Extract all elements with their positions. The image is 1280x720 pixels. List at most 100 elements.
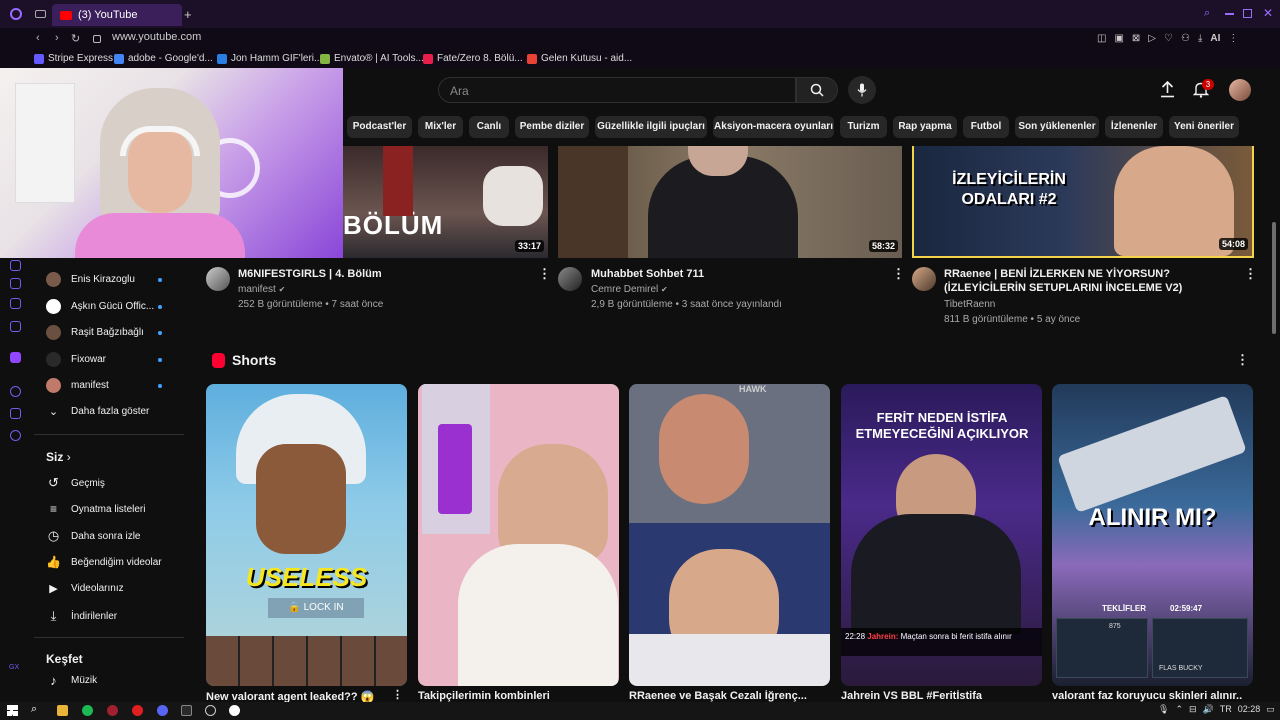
volume-icon[interactable]: 🔊: [1203, 704, 1214, 715]
reload-button[interactable]: ↻: [71, 32, 80, 45]
video-title[interactable]: Muhabbet Sohbet 711: [591, 267, 881, 281]
short-card[interactable]: ALINIR MI? TEKLİFLER 02:59:47 875 FLAS B…: [1052, 384, 1253, 686]
chip-item[interactable]: Güzellikle ilgili ipuçları: [595, 116, 707, 138]
obs-icon[interactable]: [229, 705, 240, 716]
create-button[interactable]: [1160, 80, 1175, 103]
chip-item[interactable]: Son yüklenenler: [1015, 116, 1099, 138]
clock[interactable]: 02:28: [1238, 704, 1261, 715]
subscription-item[interactable]: Raşit Bağzıbağlı: [46, 325, 144, 340]
page-scrollbar[interactable]: [1272, 222, 1276, 334]
adblock-icon[interactable]: ⊠: [1132, 33, 1140, 44]
bookmark-item[interactable]: adobe - Google'd...: [114, 53, 213, 64]
gx-icon[interactable]: GX: [9, 664, 19, 671]
maximize-button[interactable]: [1243, 9, 1252, 18]
heart-icon[interactable]: ♡: [1164, 33, 1173, 44]
whatsapp-icon[interactable]: [10, 278, 21, 289]
chip-item[interactable]: Pembe diziler: [515, 116, 589, 138]
short-title[interactable]: Takipçilerimin kombinleri: [418, 690, 608, 702]
search-icon[interactable]: ⌕: [31, 703, 37, 716]
player-icon[interactable]: ▷: [1148, 33, 1156, 44]
short-title[interactable]: RRaenee ve Başak Cezalı İğrenç...: [629, 690, 819, 702]
you-section-header[interactable]: Siz ›: [46, 450, 71, 464]
channel-avatar[interactable]: [558, 267, 582, 291]
sidebar-item-liked-videos[interactable]: 👍 Beğendiğim videolar: [46, 555, 162, 569]
url-field[interactable]: www.youtube.com: [112, 31, 201, 43]
chip-item[interactable]: Aksiyon-macera oyunları: [713, 116, 834, 138]
screenshot-icon[interactable]: ▣: [1114, 33, 1123, 44]
opera-logo-icon[interactable]: [10, 8, 22, 20]
sidebar-item-playlists[interactable]: ≡ Oynatma listeleri: [46, 502, 145, 516]
more-options-icon[interactable]: ⋮: [1244, 266, 1257, 282]
bookmark-item[interactable]: Envato® | AI Tools...: [320, 53, 424, 64]
sidebar-item-history[interactable]: ↺ Geçmiş: [46, 475, 105, 491]
app-icon[interactable]: [205, 705, 216, 716]
twitch-icon[interactable]: [10, 352, 21, 363]
chip-item[interactable]: Mix'ler: [418, 116, 463, 138]
settings-icon[interactable]: [10, 430, 21, 441]
microphone-icon[interactable]: 🎙: [1158, 704, 1169, 715]
sidebar-item-downloads[interactable]: ⤓ İndirilenler: [46, 608, 118, 624]
video-thumbnail[interactable]: 58:32: [558, 146, 902, 258]
show-more-button[interactable]: ⌄ Daha fazla göster: [46, 405, 150, 418]
channel-name[interactable]: manifest ✔: [238, 282, 285, 297]
chip-item[interactable]: Futbol: [963, 116, 1009, 138]
minimize-button[interactable]: [1225, 13, 1234, 15]
menu-icon[interactable]: ⋮: [1228, 33, 1238, 44]
short-card[interactable]: HAWK: [629, 384, 830, 686]
channel-name[interactable]: TibetRaenn: [944, 297, 995, 312]
search-input[interactable]: Ara: [438, 77, 796, 103]
chip-item[interactable]: Rap yapma: [893, 116, 957, 138]
channel-avatar[interactable]: [912, 267, 936, 291]
bookmark-item[interactable]: Stripe Express: [34, 53, 113, 64]
chevron-up-icon[interactable]: ⌃: [1175, 704, 1183, 715]
video-thumbnail[interactable]: BÖLÜM 33:17: [343, 146, 548, 258]
discord-icon[interactable]: [157, 705, 168, 716]
file-explorer-icon[interactable]: [57, 705, 68, 716]
subscription-item[interactable]: Aşkın Gücü Offic...: [46, 299, 154, 314]
sidebar-item-your-videos[interactable]: ▶ Videolarınız: [46, 582, 123, 595]
more-options-icon[interactable]: ⋮: [392, 688, 403, 701]
account-icon[interactable]: ⚇: [1181, 33, 1190, 44]
spotify-icon[interactable]: [82, 705, 93, 716]
subscription-item[interactable]: Fixowar: [46, 352, 106, 367]
music-player-icon[interactable]: [10, 321, 21, 332]
subscription-item[interactable]: manifest: [46, 378, 109, 393]
short-card[interactable]: FERİT NEDEN İSTİFA ETMEYECEĞİNİ AÇIKLIYO…: [841, 384, 1042, 686]
short-card[interactable]: [418, 384, 619, 686]
search-tabs-icon[interactable]: ⌕: [1204, 7, 1210, 20]
video-thumbnail[interactable]: İZLEYİCİLERİN ODALARI #2 54:08: [912, 146, 1254, 258]
snapshot-icon[interactable]: ◫: [1097, 33, 1106, 44]
sidebar-item-music[interactable]: ♪ Müzik: [46, 673, 97, 688]
sidebar-item-watch-later[interactable]: ◷ Daha sonra izle: [46, 528, 141, 544]
recording-app-icon[interactable]: [132, 705, 143, 716]
bookmark-item[interactable]: Gelen Kutusu - aid...: [527, 53, 632, 64]
forward-button[interactable]: ›: [55, 32, 59, 44]
chip-item[interactable]: Podcast'ler: [347, 116, 412, 138]
bookmark-item[interactable]: Fate/Zero 8. Bölü...: [423, 53, 523, 64]
language-indicator[interactable]: TR: [1220, 704, 1232, 715]
more-options-icon[interactable]: ⋮: [1236, 352, 1249, 368]
short-title[interactable]: Jahrein VS BBL #Feritİstifa: [841, 690, 1031, 702]
more-options-icon[interactable]: ⋮: [538, 266, 551, 282]
more-options-icon[interactable]: ⋮: [892, 266, 905, 282]
search-button[interactable]: [796, 77, 838, 103]
short-card[interactable]: USELESS 🔒 LOCK IN: [206, 384, 407, 686]
bookmark-item[interactable]: Jon Hamm GIF'leri...: [217, 53, 322, 64]
chip-item[interactable]: Turizm: [840, 116, 887, 138]
download-icon[interactable]: ⤓: [1198, 33, 1202, 44]
network-icon[interactable]: ⊟: [1189, 704, 1197, 715]
new-tab-button[interactable]: +: [184, 7, 192, 22]
app-icon[interactable]: [181, 705, 192, 716]
tabs-icon[interactable]: [35, 10, 46, 18]
back-button[interactable]: ‹: [36, 32, 40, 44]
history-icon[interactable]: [10, 386, 21, 397]
tab-youtube[interactable]: (3) YouTube: [52, 4, 182, 26]
messenger-icon[interactable]: [10, 260, 21, 271]
channel-name[interactable]: Cemre Demirel ✔: [591, 282, 668, 297]
subscription-item[interactable]: Enis Kirazoglu: [46, 272, 135, 287]
channel-avatar[interactable]: [206, 267, 230, 291]
video-title[interactable]: RRaenee | BENİ İZLERKEN NE YİYORSUN? (İZ…: [944, 267, 1234, 295]
notifications-button[interactable]: 3: [1192, 79, 1214, 103]
ai-button[interactable]: AI: [1210, 33, 1220, 44]
chip-item[interactable]: Yeni öneriler: [1169, 116, 1239, 138]
